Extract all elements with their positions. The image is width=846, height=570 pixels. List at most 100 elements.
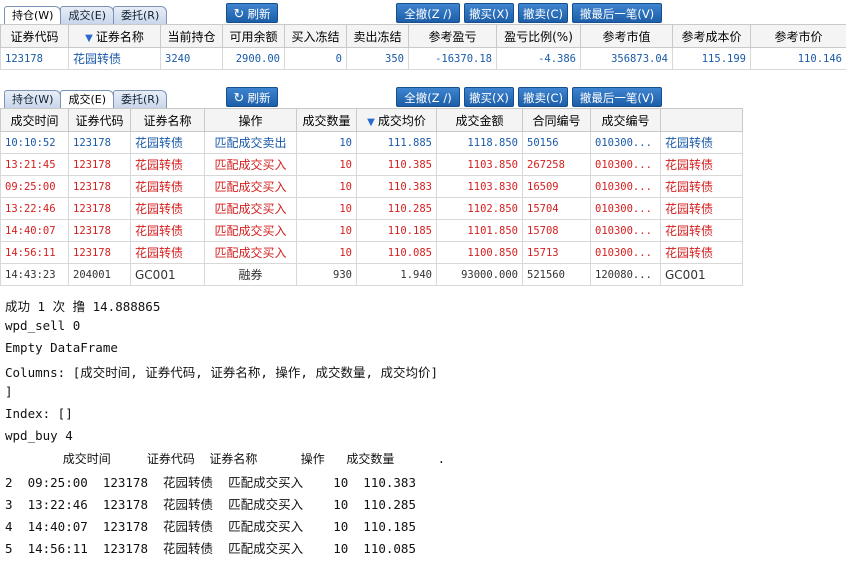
refresh-button[interactable]: ↻ 刷新: [226, 3, 278, 23]
header-label: 参考市值: [602, 29, 651, 44]
tab-trades[interactable]: 成交(E): [60, 6, 115, 24]
header-label: 买入冻结: [291, 29, 340, 44]
trades-cell: 14:43:23: [0, 263, 69, 286]
trades-cell: 123178: [68, 131, 131, 154]
trades-row[interactable]: 13:22:46 123178 花园转债 匹配成交买入 10 110.285 1102.85…: [0, 197, 743, 220]
cancel-buy-button[interactable]: 撤买(X): [464, 3, 514, 23]
positions-cell: 3240: [160, 47, 223, 70]
trades-cell: 1.940: [356, 263, 437, 286]
refresh-icon: ↻: [233, 7, 245, 22]
positions-header-6[interactable]: 参考盈亏: [408, 24, 497, 48]
console-line: 成功 1 次 撸 14.888865: [5, 299, 161, 314]
positions-cell: 115.199: [672, 47, 751, 70]
console-line: Empty DataFrame: [5, 340, 118, 355]
positions-cell: 356873.04: [580, 47, 673, 70]
trades-row[interactable]: 14:40:07 123178 花园转债 匹配成交买入 10 110.185 1101.85…: [0, 219, 743, 242]
trades-cell: 110.085: [356, 241, 437, 264]
tab-orders-2[interactable]: 委托(R): [113, 90, 168, 108]
trades-header-1[interactable]: 证券代码: [68, 108, 131, 132]
trades-cell: 16509: [522, 175, 591, 198]
refresh-icon: ↻: [233, 91, 245, 106]
header-label: 成交均价: [377, 113, 426, 128]
positions-header-5[interactable]: 卖出冻结: [346, 24, 409, 48]
trades-header-5[interactable]: ▼ 成交均价: [356, 108, 437, 132]
positions-tabbar: 持仓(W) 成交(E) 委托(R) ↻ 刷新 全撤(Z /) 撤买(X) 撤卖(C…: [0, 0, 846, 25]
trades-header-7[interactable]: 合同编号: [522, 108, 591, 132]
tab-trades-2[interactable]: 成交(E): [60, 90, 115, 109]
header-label: 参考市价: [774, 29, 823, 44]
trades-cell: 110.185: [356, 219, 437, 242]
positions-header-row: 证券代码 ▼ 证券名称 当前持仓 可用余额 买入冻结 卖出冻结 参考盈亏 盈亏比例(%) 参考市值…: [0, 24, 846, 48]
trades-row[interactable]: 09:25:00 123178 花园转债 匹配成交买入 10 110.383 1103.83…: [0, 175, 743, 198]
trades-cell: 010300...: [590, 219, 661, 242]
trades-cell: 204001: [68, 263, 131, 286]
positions-header-2[interactable]: 当前持仓: [160, 24, 223, 48]
trades-tabbar: 持仓(W) 成交(E) 委托(R) ↻ 刷新 全撤(Z /) 撤买(X) 撤卖(C…: [0, 84, 742, 109]
cancel-buy-button-2[interactable]: 撤买(X): [464, 87, 514, 107]
header-label: 操作: [238, 113, 263, 128]
trades-cell: 花园转债: [660, 197, 743, 220]
trades-row[interactable]: 13:21:45 123178 花园转债 匹配成交买入 10 110.385 1103.85…: [0, 153, 743, 176]
positions-cell: 花园转债: [68, 47, 161, 70]
trades-cell: GC001: [130, 263, 205, 286]
tab-positions-2[interactable]: 持仓(W): [4, 90, 62, 108]
trades-cell: 匹配成交卖出: [204, 131, 297, 154]
trades-cell: 花园转债: [130, 175, 205, 198]
trades-cell: 10: [296, 153, 357, 176]
trades-header-3[interactable]: 操作: [204, 108, 297, 132]
trades-cell: 123178: [68, 241, 131, 264]
trades-cell: 15708: [522, 219, 591, 242]
positions-header-8[interactable]: 参考市值: [580, 24, 673, 48]
header-label: 合同编号: [532, 113, 581, 128]
console-line: Columns: [成交时间, 证券代码, 证券名称, 操作, 成交数量, 成交…: [5, 365, 439, 380]
trades-cell: 521560: [522, 263, 591, 286]
cancel-last-button-2[interactable]: 撤最后一笔(V): [572, 87, 662, 107]
trades-cell: 267258: [522, 153, 591, 176]
trades-cell: 123178: [68, 153, 131, 176]
trades-cell: 010300...: [590, 153, 661, 176]
trades-cell: 93000.000: [436, 263, 523, 286]
positions-row[interactable]: 123178 花园转债 3240 2900.00 0 350 -16370.18 -4.386…: [0, 47, 846, 70]
trades-cell: 花园转债: [660, 241, 743, 264]
positions-header-0[interactable]: 证券代码: [0, 24, 69, 48]
header-label: 成交金额: [455, 113, 504, 128]
tab-orders[interactable]: 委托(R): [113, 6, 168, 24]
trades-cell: 花园转债: [660, 175, 743, 198]
console-line: 3 13:22:46 123178 花园转债 匹配成交买入 10 110.285: [5, 497, 416, 512]
trades-header-2[interactable]: 证券名称: [130, 108, 205, 132]
console-line: 2 09:25:00 123178 花园转债 匹配成交买入 10 110.383: [5, 475, 416, 490]
trades-row[interactable]: 10:10:52 123178 花园转债 匹配成交卖出 10 111.885 1118.85…: [0, 131, 743, 154]
cancel-last-button[interactable]: 撤最后一笔(V): [572, 3, 662, 23]
trades-row[interactable]: 14:56:11 123178 花园转债 匹配成交买入 10 110.085 1100.85…: [0, 241, 743, 264]
console-line: 4 14:40:07 123178 花园转债 匹配成交买入 10 110.185: [5, 519, 416, 534]
trades-header-8[interactable]: 成交编号: [590, 108, 661, 132]
tab-positions[interactable]: 持仓(W): [4, 6, 62, 25]
refresh-button-2[interactable]: ↻ 刷新: [226, 87, 278, 107]
cancel-sell-button[interactable]: 撤卖(C): [518, 3, 568, 23]
positions-cell: 110.146: [750, 47, 846, 70]
trades-header-9[interactable]: [660, 108, 743, 132]
trades-cell: 1103.850: [436, 153, 523, 176]
trades-cell: 09:25:00: [0, 175, 69, 198]
trades-header-0[interactable]: 成交时间: [0, 108, 69, 132]
trades-row[interactable]: 14:43:23 204001 GC001 融券 930 1.940 93000.000 52…: [0, 263, 743, 286]
cancel-all-button-2[interactable]: 全撤(Z /): [396, 87, 460, 107]
positions-cell: -16370.18: [408, 47, 497, 70]
trades-cell: 010300...: [590, 131, 661, 154]
positions-header-4[interactable]: 买入冻结: [284, 24, 347, 48]
trades-cell: 花园转债: [660, 153, 743, 176]
positions-header-7[interactable]: 盈亏比例(%): [496, 24, 581, 48]
header-label: 可用余额: [229, 29, 278, 44]
positions-header-9[interactable]: 参考成本价: [672, 24, 751, 48]
trades-header-6[interactable]: 成交金额: [436, 108, 523, 132]
positions-header-1[interactable]: ▼ 证券名称: [68, 24, 161, 48]
positions-header-3[interactable]: 可用余额: [222, 24, 285, 48]
cancel-sell-button-2[interactable]: 撤卖(C): [518, 87, 568, 107]
trades-cell: 花园转债: [660, 131, 743, 154]
trades-header-row: 成交时间 证券代码 证券名称 操作 成交数量 ▼ 成交均价 成交金额 合同编号 成交编号: [0, 108, 743, 132]
trades-header-4[interactable]: 成交数量: [296, 108, 357, 132]
positions-header-10[interactable]: 参考市价: [750, 24, 846, 48]
sort-desc-icon: ▼: [85, 32, 93, 44]
cancel-all-button[interactable]: 全撤(Z /): [396, 3, 460, 23]
header-label: 参考成本价: [681, 29, 742, 44]
